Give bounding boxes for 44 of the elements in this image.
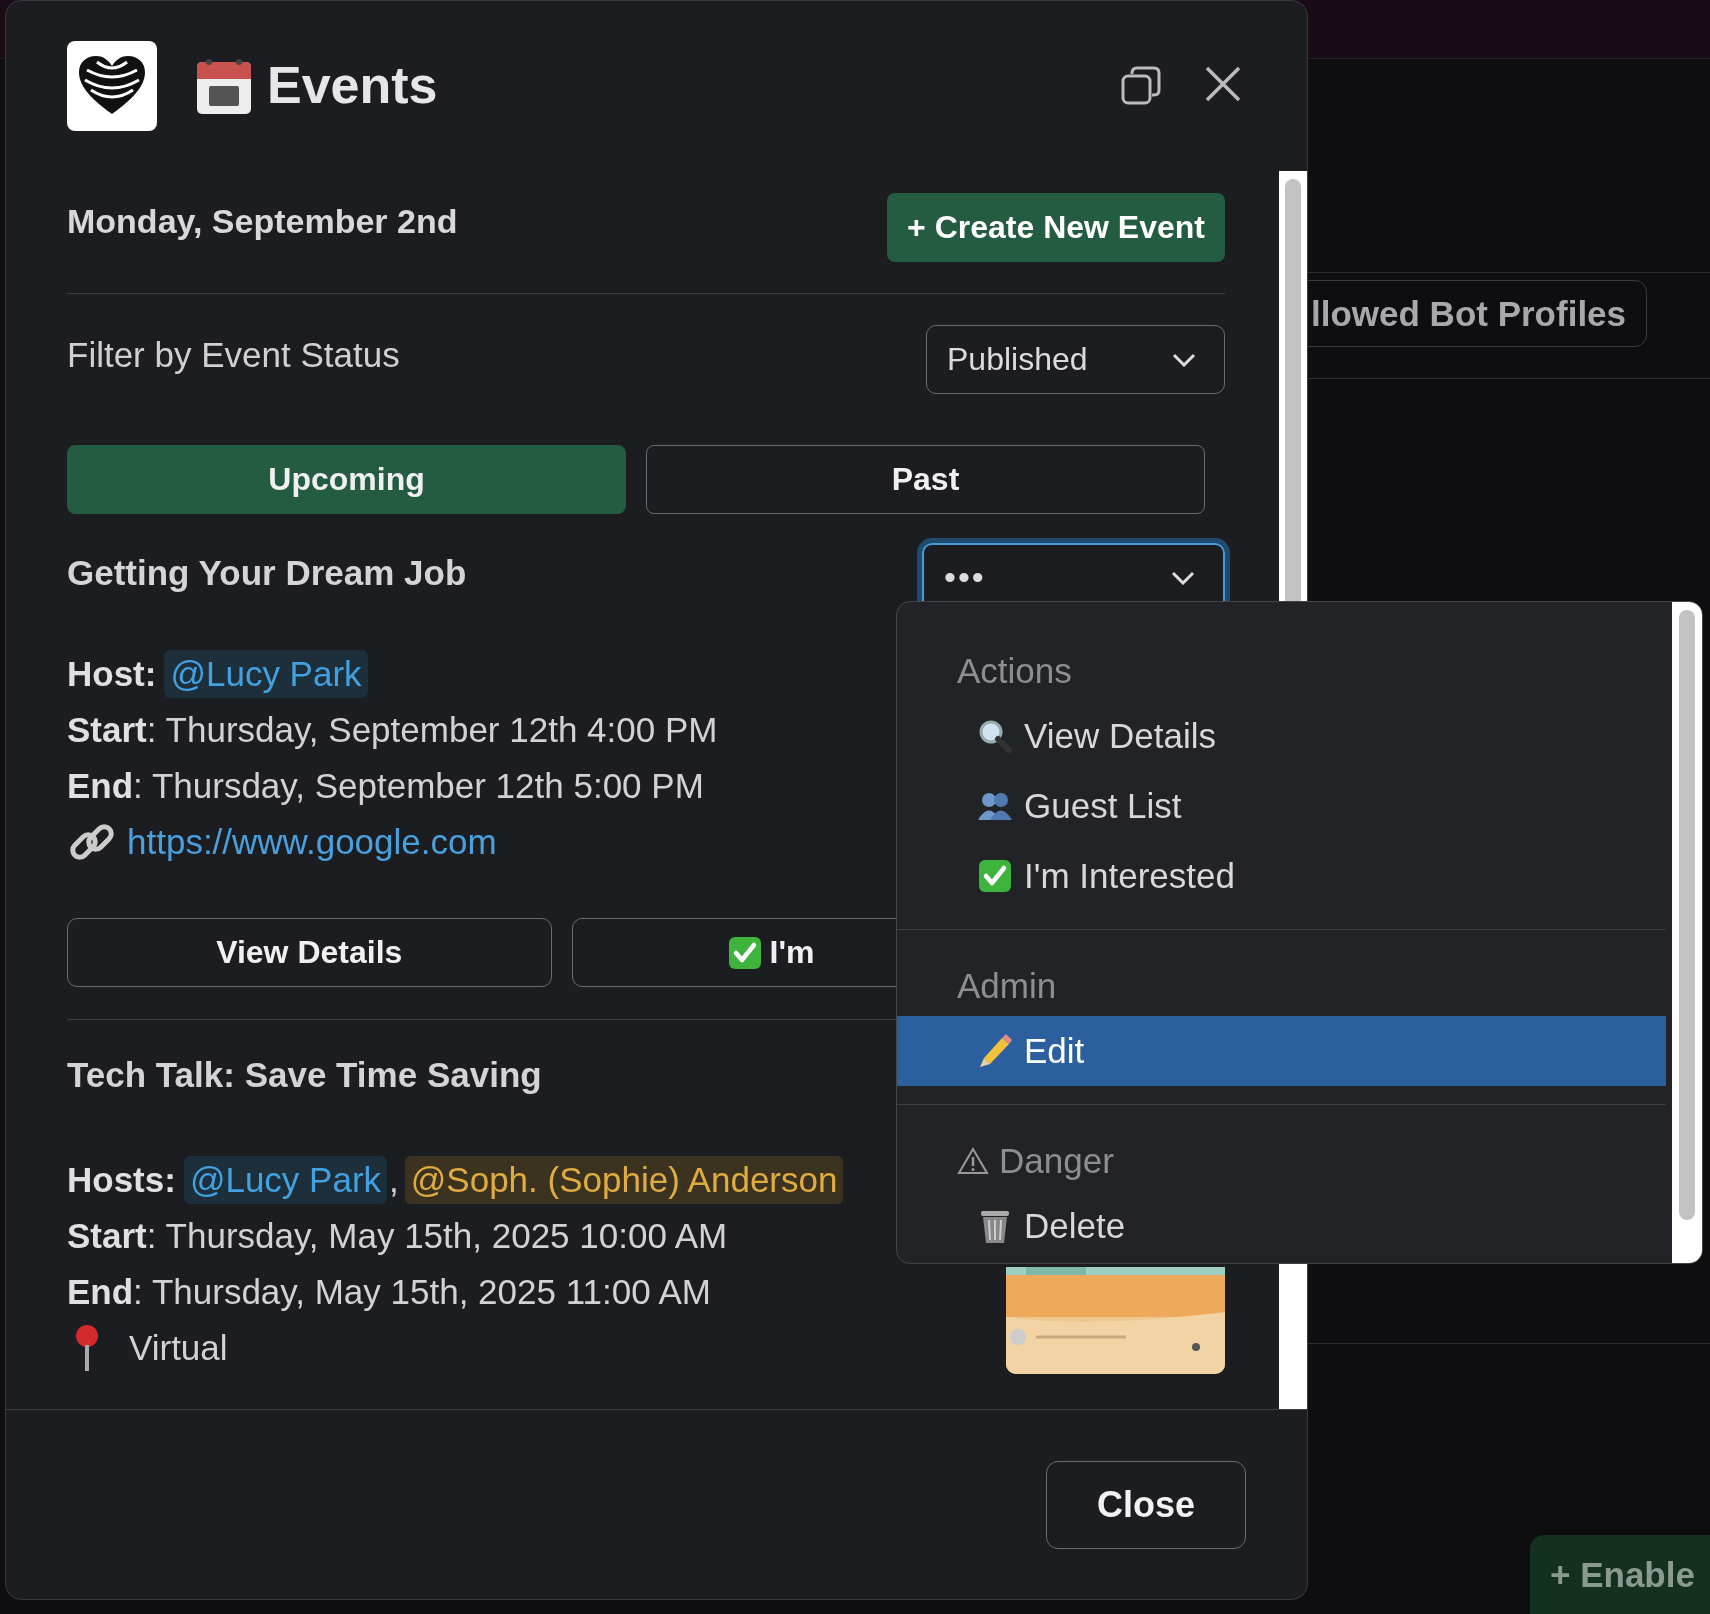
filter-label: Filter by Event Status [67, 334, 400, 375]
host-label: Hosts: [67, 1160, 176, 1200]
menu-item[interactable]: View Details [897, 701, 1666, 771]
menu-item[interactable]: I'm Interested [897, 841, 1666, 911]
modal-title: Events [267, 55, 438, 115]
menu-item[interactable]: Edit [897, 1016, 1666, 1086]
pencil-icon [978, 1034, 1012, 1068]
close-button[interactable]: Close [1046, 1461, 1246, 1549]
event-title: Tech Talk: Save Time Saving [67, 1055, 542, 1095]
scrollbar[interactable] [1672, 602, 1702, 1263]
magnifier-icon [978, 719, 1012, 753]
user-mention[interactable]: @Lucy Park [183, 1156, 388, 1204]
event-location: Virtual [129, 1328, 228, 1368]
checkbox-icon [978, 859, 1012, 893]
date-heading: Monday, September 2nd [67, 202, 458, 241]
chevron-icon [1171, 570, 1195, 585]
event-tab[interactable]: Upcoming [67, 445, 626, 514]
trash-can-icon [978, 1208, 1012, 1244]
people-icon [978, 791, 1012, 821]
separator-text: , [389, 1160, 399, 1200]
checkbox-icon [727, 935, 762, 970]
chevron-icon [1172, 352, 1196, 367]
user-mention[interactable]: @Lucy Park [164, 650, 368, 698]
status-select[interactable]: Published [926, 325, 1225, 394]
event-time: Start: Thursday, May 15th, 2025 10:00 AM [67, 1215, 729, 1257]
calendar-icon [195, 58, 253, 116]
host-label: Host: [67, 654, 157, 694]
section-heading: Danger [999, 1141, 1114, 1181]
create-event-button[interactable]: + Create New Event [887, 193, 1225, 262]
event-time: End: Thursday, May 15th, 2025 11:00 AM [67, 1271, 712, 1313]
enable-button[interactable]: + Enable [1530, 1535, 1710, 1614]
event-tab[interactable]: Past [646, 445, 1205, 514]
menu-item[interactable]: Delete [897, 1191, 1666, 1261]
event-time: End: Thursday, September 12th 5:00 PM [67, 765, 705, 807]
event-link[interactable]: https://www.google.com [127, 822, 497, 862]
user-mention[interactable]: @Soph. (Sophie) Anderson [404, 1156, 844, 1204]
menu-item[interactable]: Guest List [897, 771, 1666, 841]
close-icon[interactable] [1205, 66, 1241, 102]
warning-icon [957, 1147, 989, 1175]
event-title: Getting Your Dream Job [67, 552, 467, 593]
copy-icon[interactable] [1121, 66, 1161, 106]
details-button[interactable]: View Details [67, 918, 552, 987]
section-heading: Actions [957, 651, 1072, 691]
event-time: Start: Thursday, September 12th 4:00 PM [67, 709, 718, 751]
